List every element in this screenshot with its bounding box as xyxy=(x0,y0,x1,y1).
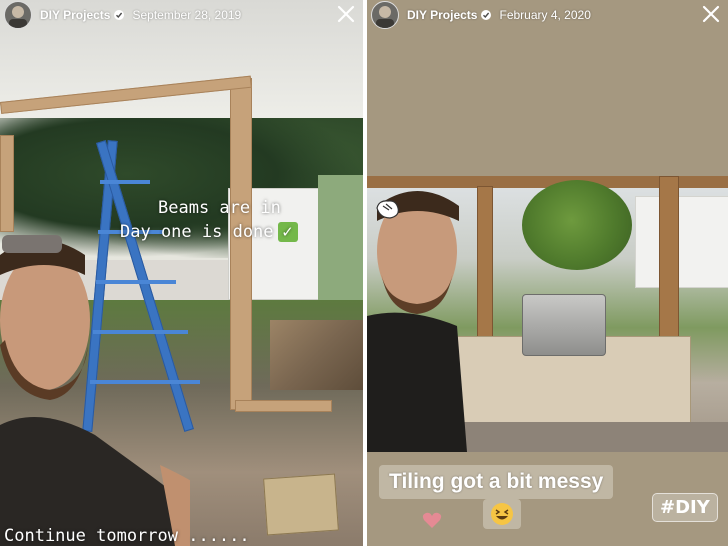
caption-line-1: Beams are in xyxy=(158,198,281,218)
post-date: February 4, 2020 xyxy=(499,8,591,22)
cardboard-box xyxy=(263,473,339,536)
lumber-pile xyxy=(270,320,363,390)
person-selfie xyxy=(0,235,190,546)
heart-icon[interactable] xyxy=(422,511,442,529)
house-background xyxy=(635,196,728,288)
story-header-left: DIY Projects September 28, 2019 xyxy=(0,0,363,30)
orange-tree xyxy=(522,180,632,270)
caption-pill: Tiling got a bit messy xyxy=(379,465,614,499)
account-name[interactable]: DIY Projects xyxy=(40,8,110,22)
story-panel-left[interactable]: DIY Projects September 28, 2019 Beams ar… xyxy=(0,0,363,546)
post-date: September 28, 2019 xyxy=(132,8,242,22)
pergola-post-right xyxy=(659,176,679,338)
ladder-rung xyxy=(100,180,150,184)
hashtag-sticker[interactable]: #DIY xyxy=(652,493,718,522)
avatar[interactable] xyxy=(4,1,32,29)
beam-post-right xyxy=(230,78,252,410)
grinning-squinting-face-emoji-icon xyxy=(491,503,513,525)
emoji-pill xyxy=(483,499,521,529)
avatar[interactable] xyxy=(371,1,399,29)
hand-sticker-icon xyxy=(376,200,399,219)
account-name[interactable]: DIY Projects xyxy=(407,8,477,22)
check-mark-emoji-icon: ✓ xyxy=(277,222,298,242)
beam-post-left xyxy=(0,135,14,232)
story-photo xyxy=(367,176,728,452)
tiled-floor xyxy=(457,422,728,452)
green-house-background xyxy=(318,175,363,305)
caption-text: Tiling got a bit messy xyxy=(389,470,604,493)
story-header-right: DIY Projects February 4, 2020 xyxy=(367,0,728,30)
beam-base xyxy=(235,400,332,412)
caption-bottom: Continue tomorrow ...... xyxy=(4,526,250,546)
built-in-grill xyxy=(522,294,606,356)
verified-badge-icon xyxy=(481,10,492,20)
story-panel-right[interactable]: DIY Projects February 4, 2020 Tiling got… xyxy=(367,0,728,546)
verified-badge-icon xyxy=(114,10,125,20)
avatar-image-icon xyxy=(376,6,394,28)
caption-line-2: Day one is done ✓ xyxy=(120,222,298,242)
avatar-image-icon xyxy=(9,6,27,28)
pergola-post-left xyxy=(477,186,493,348)
caption-line-2-text: Day one is done xyxy=(120,222,274,242)
